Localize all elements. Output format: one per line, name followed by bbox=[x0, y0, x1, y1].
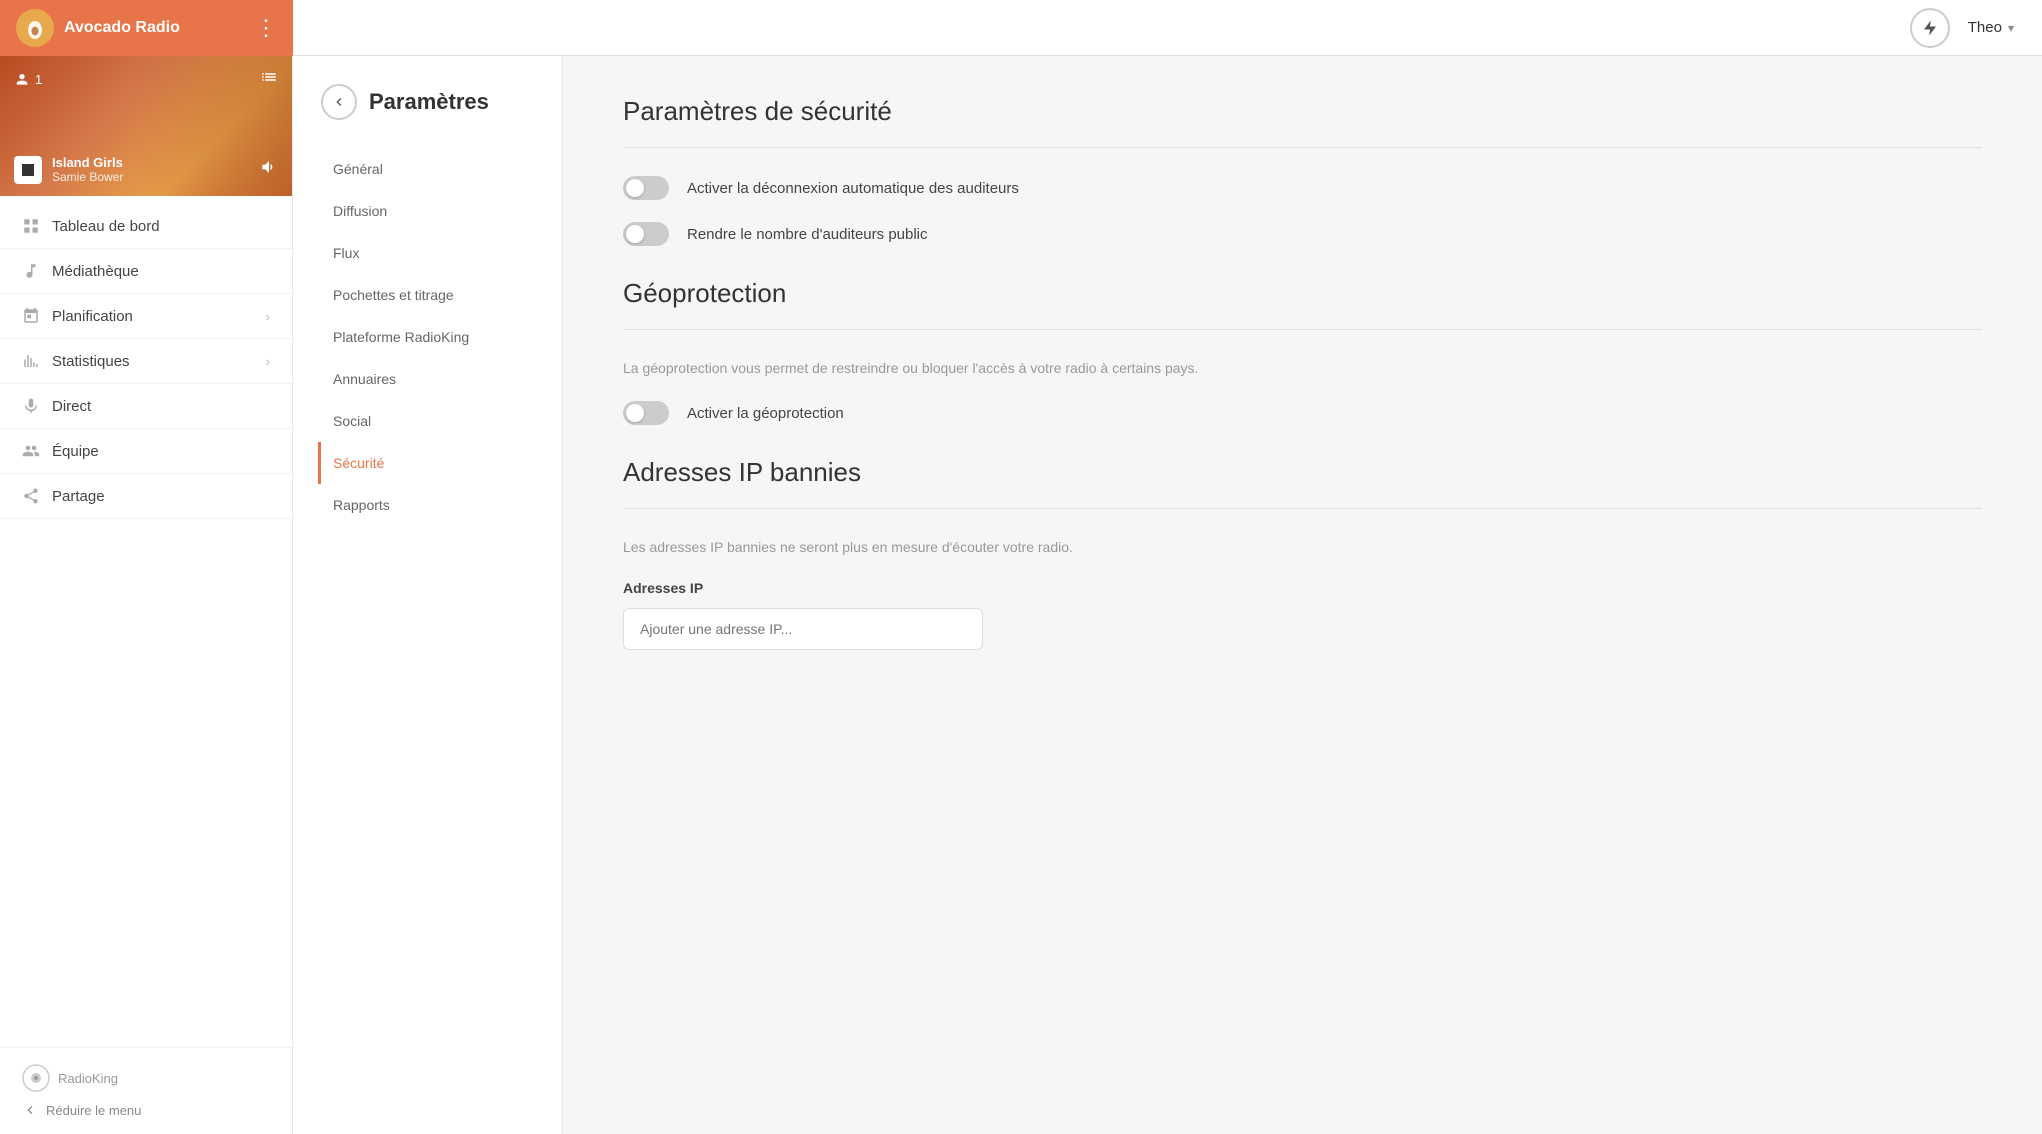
sidebar-item-planification[interactable]: Planification › bbox=[0, 294, 292, 339]
settings-title: Paramètres bbox=[369, 89, 489, 115]
statistiques-chevron-icon: › bbox=[266, 354, 270, 369]
radioking-label: RadioKing bbox=[58, 1071, 118, 1086]
sidebar-label-tableau: Tableau de bord bbox=[52, 218, 160, 235]
toggle-public-listeners[interactable] bbox=[623, 222, 669, 246]
toggle-geoprotection-label: Activer la géoprotection bbox=[687, 405, 844, 422]
track-info: Island Girls Samie Bower bbox=[14, 155, 278, 184]
toggle-geoprotection-row: Activer la géoprotection bbox=[623, 401, 1982, 425]
ip-address-input[interactable] bbox=[623, 608, 983, 650]
app-logo bbox=[16, 9, 54, 47]
sidebar-item-mediatheque[interactable]: Médiathèque bbox=[0, 249, 292, 294]
playlist-icon[interactable] bbox=[260, 68, 278, 91]
app-name: Avocado Radio bbox=[64, 19, 180, 37]
listeners-count: 1 bbox=[14, 72, 42, 88]
sidebar-item-direct[interactable]: Direct bbox=[0, 384, 292, 429]
radioking-logo: RadioKing bbox=[22, 1064, 270, 1092]
header-dots[interactable]: ⋮ bbox=[255, 15, 277, 41]
volume-icon[interactable] bbox=[260, 158, 278, 181]
ip-ban-title: Adresses IP bannies bbox=[623, 457, 1982, 488]
user-menu[interactable]: Theo ▾ bbox=[1968, 19, 2014, 36]
sidebar-label-statistiques: Statistiques bbox=[52, 353, 130, 370]
toggle-auto-disconnect-label: Activer la déconnexion automatique des a… bbox=[687, 180, 1019, 197]
settings-menu-general[interactable]: Général bbox=[318, 148, 562, 190]
content-area: Paramètres de sécurité Activer la déconn… bbox=[563, 56, 2042, 1134]
sidebar-label-equipe: Équipe bbox=[52, 443, 99, 460]
settings-menu-plateforme[interactable]: Plateforme RadioKing bbox=[318, 316, 562, 358]
toggle-auto-disconnect[interactable] bbox=[623, 176, 669, 200]
toggle-geoprotection[interactable] bbox=[623, 401, 669, 425]
back-button[interactable] bbox=[321, 84, 357, 120]
settings-menu-securite[interactable]: Sécurité bbox=[318, 442, 562, 484]
settings-nav-panel: Paramètres Général Diffusion Flux Pochet… bbox=[293, 56, 563, 1134]
reduce-menu-label: Réduire le menu bbox=[46, 1103, 141, 1118]
settings-menu-flux[interactable]: Flux bbox=[318, 232, 562, 274]
sidebar-item-equipe[interactable]: Équipe bbox=[0, 429, 292, 474]
sidebar-nav: Tableau de bord Médiathèque Planificatio… bbox=[0, 196, 292, 1047]
sidebar-footer: RadioKing Réduire le menu bbox=[0, 1047, 292, 1134]
ip-ban-description: Les adresses IP bannies ne seront plus e… bbox=[623, 537, 1982, 558]
sidebar-cover: 1 Island Girls Samie Bower bbox=[0, 56, 292, 196]
sidebar: 1 Island Girls Samie Bower bbox=[0, 56, 293, 1134]
settings-menu-diffusion[interactable]: Diffusion bbox=[318, 190, 562, 232]
toggle-public-listeners-label: Rendre le nombre d'auditeurs public bbox=[687, 226, 928, 243]
track-title: Island Girls bbox=[52, 155, 123, 170]
settings-menu-annuaires[interactable]: Annuaires bbox=[318, 358, 562, 400]
sidebar-label-direct: Direct bbox=[52, 398, 91, 415]
settings-menu-rapports[interactable]: Rapports bbox=[318, 484, 562, 526]
user-chevron-icon: ▾ bbox=[2008, 21, 2014, 35]
ip-field-label: Adresses IP bbox=[623, 580, 1982, 596]
stop-button[interactable] bbox=[14, 156, 42, 184]
reduce-menu-button[interactable]: Réduire le menu bbox=[22, 1102, 270, 1118]
bolt-button[interactable] bbox=[1910, 8, 1950, 48]
security-section-title: Paramètres de sécurité bbox=[623, 96, 1982, 127]
settings-menu-pochettes[interactable]: Pochettes et titrage bbox=[318, 274, 562, 316]
sidebar-label-mediatheque: Médiathèque bbox=[52, 263, 139, 280]
sidebar-label-planification: Planification bbox=[52, 308, 133, 325]
now-playing-panel: 1 Island Girls Samie Bower bbox=[0, 56, 292, 196]
sidebar-item-statistiques[interactable]: Statistiques › bbox=[0, 339, 292, 384]
toggle-public-listeners-row: Rendre le nombre d'auditeurs public bbox=[623, 222, 1982, 246]
geoprotection-description: La géoprotection vous permet de restrein… bbox=[623, 358, 1982, 379]
user-name: Theo bbox=[1968, 19, 2002, 36]
settings-menu-social[interactable]: Social bbox=[318, 400, 562, 442]
sidebar-item-partage[interactable]: Partage bbox=[0, 474, 292, 519]
track-artist: Samie Bower bbox=[52, 170, 123, 184]
geoprotection-title: Géoprotection bbox=[623, 278, 1982, 309]
toggle-auto-disconnect-row: Activer la déconnexion automatique des a… bbox=[623, 176, 1982, 200]
sidebar-label-partage: Partage bbox=[52, 488, 105, 505]
sidebar-item-tableau[interactable]: Tableau de bord bbox=[0, 204, 292, 249]
planification-chevron-icon: › bbox=[266, 309, 270, 324]
